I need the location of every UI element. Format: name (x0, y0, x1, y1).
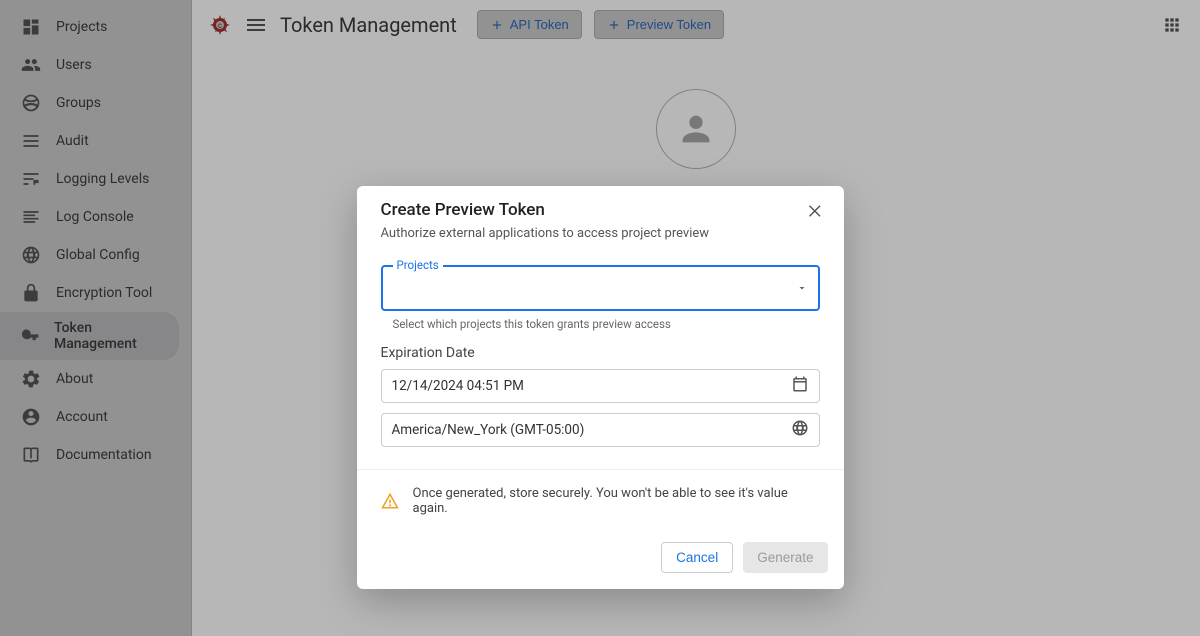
projects-select[interactable]: Projects (381, 265, 820, 311)
projects-field-wrap: Projects (381, 265, 820, 311)
generate-button: Generate (743, 542, 827, 573)
warning-icon (381, 492, 399, 510)
warning-text: Once generated, store securely. You won'… (413, 486, 820, 516)
create-preview-token-dialog: Create Preview Token Authorize external … (357, 186, 844, 589)
projects-field-label: Projects (393, 258, 443, 272)
dialog-title: Create Preview Token (381, 200, 820, 220)
expiration-date-input[interactable]: 12/14/2024 04:51 PM (381, 369, 820, 403)
warning-row: Once generated, store securely. You won'… (357, 469, 844, 532)
dialog-subtitle: Authorize external applications to acces… (381, 226, 820, 241)
dialog-body: Projects Select which projects this toke… (357, 249, 844, 469)
close-button[interactable] (802, 198, 830, 226)
close-icon (806, 202, 826, 222)
expiration-section-label: Expiration Date (381, 345, 820, 361)
calendar-icon[interactable] (791, 375, 809, 397)
globe-icon[interactable] (791, 419, 809, 441)
dialog-footer: Cancel Generate (357, 532, 844, 589)
timezone-input[interactable]: America/New_York (GMT-05:00) (381, 413, 820, 447)
cancel-label: Cancel (676, 550, 718, 565)
chevron-down-icon (796, 279, 808, 298)
cancel-button[interactable]: Cancel (661, 542, 733, 573)
generate-label: Generate (757, 550, 813, 565)
dialog-header: Create Preview Token Authorize external … (357, 186, 844, 249)
timezone-value: America/New_York (GMT-05:00) (392, 422, 585, 438)
expiration-date-value: 12/14/2024 04:51 PM (392, 378, 524, 394)
modal-backdrop[interactable]: Create Preview Token Authorize external … (0, 0, 1200, 636)
projects-helper-text: Select which projects this token grants … (393, 317, 820, 331)
